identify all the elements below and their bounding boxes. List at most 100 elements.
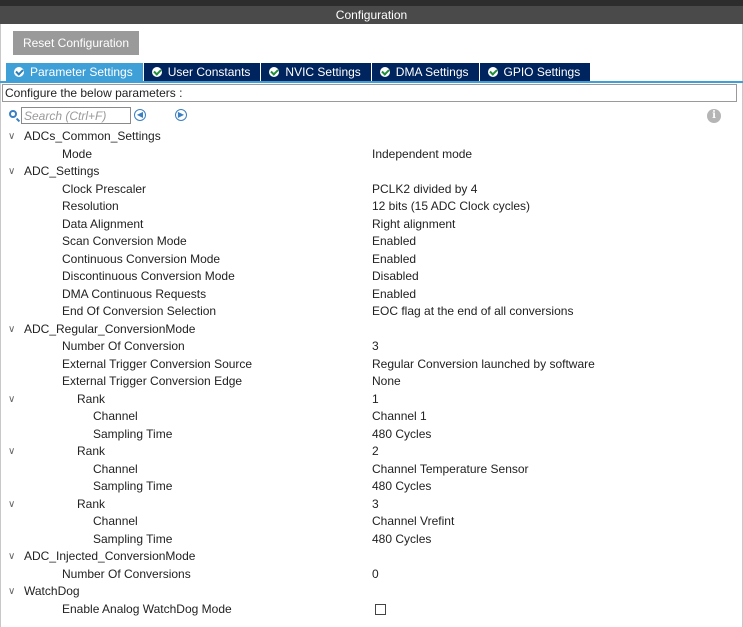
group-label: ADC_Settings xyxy=(24,164,100,178)
search-input[interactable] xyxy=(21,107,131,124)
info-icon[interactable]: i xyxy=(707,109,721,123)
tab-dma-settings[interactable]: DMA Settings xyxy=(371,63,479,81)
tree-group-rank-2[interactable]: ∨ Rank 2 xyxy=(0,443,743,461)
tab-label: Parameter Settings xyxy=(30,65,133,79)
rank-value[interactable]: 3 xyxy=(372,496,379,514)
param-label: Resolution xyxy=(62,199,119,213)
param-value[interactable]: PCLK2 divided by 4 xyxy=(372,181,477,199)
rank-label: Rank xyxy=(77,391,106,406)
param-label: Sampling Time xyxy=(93,479,173,493)
param-row-discontinuous-conversion-mode[interactable]: Discontinuous Conversion Mode Disabled xyxy=(0,268,743,286)
param-label: Channel xyxy=(93,409,138,423)
param-row-external-trigger-source[interactable]: External Trigger Conversion Source Regul… xyxy=(0,356,743,374)
param-row-end-of-conversion-selection[interactable]: End Of Conversion Selection EOC flag at … xyxy=(0,303,743,321)
tab-label: GPIO Settings xyxy=(503,65,581,79)
check-circle-icon xyxy=(487,67,498,77)
check-circle-icon xyxy=(14,67,24,77)
param-value[interactable]: Enabled xyxy=(372,233,416,251)
param-label: End Of Conversion Selection xyxy=(62,304,217,318)
tab-underline xyxy=(0,81,743,83)
param-value[interactable]: Right alignment xyxy=(372,216,455,234)
search-prev-button[interactable]: ◀ xyxy=(134,109,146,121)
chevron-down-icon[interactable]: ∨ xyxy=(8,443,18,461)
param-row-rank2-sampling-time[interactable]: Sampling Time 480 Cycles xyxy=(0,478,743,496)
param-value[interactable]: None xyxy=(372,373,401,391)
parameter-tree: ∨ ADCs_Common_Settings Mode Independent … xyxy=(0,128,743,618)
tab-nvic-settings[interactable]: NVIC Settings xyxy=(261,63,371,81)
param-value[interactable]: Enabled xyxy=(372,251,416,269)
param-label: External Trigger Conversion Source xyxy=(62,356,253,371)
param-value[interactable]: Channel Vrefint xyxy=(372,513,454,531)
tree-group-adcs-common-settings[interactable]: ∨ ADCs_Common_Settings xyxy=(0,128,743,146)
param-row-data-alignment[interactable]: Data Alignment Right alignment xyxy=(0,216,743,234)
param-label: Continuous Conversion Mode xyxy=(62,251,221,266)
param-row-rank3-sampling-time[interactable]: Sampling Time 480 Cycles xyxy=(0,531,743,549)
param-label: Enable Analog WatchDog Mode xyxy=(62,601,232,616)
window-titlebar: Configuration xyxy=(0,0,743,24)
tree-group-adc-regular-conversionmode[interactable]: ∨ ADC_Regular_ConversionMode xyxy=(0,321,743,339)
param-value[interactable]: 480 Cycles xyxy=(372,478,431,496)
tree-group-adc-settings[interactable]: ∨ ADC_Settings xyxy=(0,163,743,181)
param-value[interactable]: 480 Cycles xyxy=(372,426,431,444)
param-row-external-trigger-edge[interactable]: External Trigger Conversion Edge None xyxy=(0,373,743,391)
param-value[interactable]: Enabled xyxy=(372,286,416,304)
rank-value[interactable]: 1 xyxy=(372,391,379,409)
reset-configuration-button[interactable]: Reset Configuration xyxy=(13,31,139,55)
tree-group-watchdog[interactable]: ∨ WatchDog xyxy=(0,583,743,601)
check-circle-icon xyxy=(151,67,162,77)
param-label: Scan Conversion Mode xyxy=(62,234,187,248)
param-value[interactable]: EOC flag at the end of all conversions xyxy=(372,303,573,321)
tree-group-rank-1[interactable]: ∨ Rank 1 xyxy=(0,391,743,409)
param-row-scan-conversion-mode[interactable]: Scan Conversion Mode Enabled xyxy=(0,233,743,251)
param-label: Sampling Time xyxy=(93,531,173,546)
param-value[interactable]: 480 Cycles xyxy=(372,531,431,549)
param-label: Clock Prescaler xyxy=(62,181,147,196)
chevron-down-icon[interactable]: ∨ xyxy=(8,321,18,339)
param-label: Number Of Conversions xyxy=(62,566,191,581)
param-row-rank1-channel[interactable]: Channel Channel 1 xyxy=(0,408,743,426)
param-label: Data Alignment xyxy=(62,216,144,231)
param-row-number-of-conversions[interactable]: Number Of Conversions 0 xyxy=(0,566,743,584)
param-row-rank3-channel[interactable]: Channel Channel Vrefint xyxy=(0,513,743,531)
chevron-down-icon[interactable]: ∨ xyxy=(8,548,18,566)
param-row-resolution[interactable]: Resolution 12 bits (15 ADC Clock cycles) xyxy=(0,198,743,216)
param-label: Channel xyxy=(93,514,138,528)
param-value[interactable]: Disabled xyxy=(372,268,419,286)
param-row-rank2-channel[interactable]: Channel Channel Temperature Sensor xyxy=(0,461,743,479)
param-row-dma-continuous-requests[interactable]: DMA Continuous Requests Enabled xyxy=(0,286,743,304)
param-value[interactable]: Regular Conversion launched by software xyxy=(372,356,595,374)
param-row-continuous-conversion-mode[interactable]: Continuous Conversion Mode Enabled xyxy=(0,251,743,269)
rank-value[interactable]: 2 xyxy=(372,443,379,461)
param-label: DMA Continuous Requests xyxy=(62,286,207,301)
tab-user-constants[interactable]: User Constants xyxy=(143,63,261,81)
configure-hint: Configure the below parameters : xyxy=(2,84,737,102)
rank-label: Rank xyxy=(77,444,106,458)
chevron-down-icon[interactable]: ∨ xyxy=(8,391,18,409)
param-row-clock-prescaler[interactable]: Clock Prescaler PCLK2 divided by 4 xyxy=(0,181,743,199)
search-next-button[interactable]: ▶ xyxy=(175,109,187,121)
param-value[interactable]: Channel 1 xyxy=(372,408,427,426)
check-circle-icon xyxy=(379,67,390,77)
param-value[interactable]: Independent mode xyxy=(372,146,472,164)
param-value[interactable]: Channel Temperature Sensor xyxy=(372,461,529,479)
chevron-down-icon[interactable]: ∨ xyxy=(8,583,18,601)
group-label: ADC_Injected_ConversionMode xyxy=(24,549,196,563)
param-value[interactable]: 12 bits (15 ADC Clock cycles) xyxy=(372,198,530,216)
param-row-enable-analog-watchdog[interactable]: Enable Analog WatchDog Mode xyxy=(0,601,743,619)
param-value[interactable]: 0 xyxy=(372,566,379,584)
analog-watchdog-checkbox[interactable] xyxy=(375,603,386,615)
param-label: Sampling Time xyxy=(93,426,173,441)
tree-group-rank-3[interactable]: ∨ Rank 3 xyxy=(0,496,743,514)
tree-group-adc-injected-conversionmode[interactable]: ∨ ADC_Injected_ConversionMode xyxy=(0,548,743,566)
chevron-down-icon[interactable]: ∨ xyxy=(8,128,18,146)
chevron-down-icon[interactable]: ∨ xyxy=(8,163,18,181)
param-label: External Trigger Conversion Edge xyxy=(62,374,243,388)
chevron-down-icon[interactable]: ∨ xyxy=(8,496,18,514)
param-value[interactable]: 3 xyxy=(372,338,379,356)
param-row-rank1-sampling-time[interactable]: Sampling Time 480 Cycles xyxy=(0,426,743,444)
settings-tabs: Parameter Settings User Constants NVIC S… xyxy=(6,63,591,81)
param-row-mode[interactable]: Mode Independent mode xyxy=(0,146,743,164)
tab-gpio-settings[interactable]: GPIO Settings xyxy=(479,63,591,81)
param-row-number-of-conversion[interactable]: Number Of Conversion 3 xyxy=(0,338,743,356)
tab-parameter-settings[interactable]: Parameter Settings xyxy=(6,63,143,81)
